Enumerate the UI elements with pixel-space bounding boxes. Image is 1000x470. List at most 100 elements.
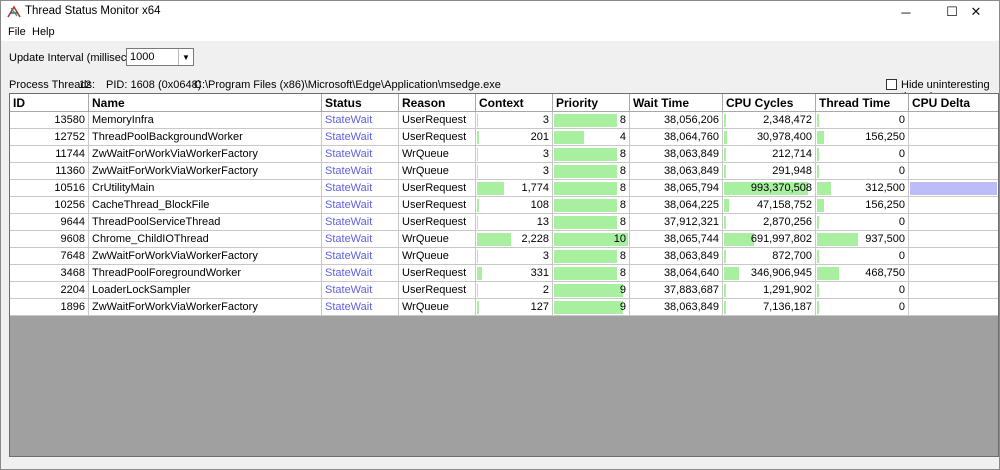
value-bar (477, 182, 504, 195)
cell-value: 38,063,849 (663, 148, 719, 160)
cell-id: 12752 (10, 129, 89, 146)
table-row[interactable]: 2204 LoaderLockSampler StateWait UserReques… (10, 282, 998, 299)
table-row[interactable]: 10256 CacheThread_BlockFile StateWait UserR… (10, 197, 998, 214)
cell-cycles: 691,997,802 (723, 231, 816, 248)
cell-value: StateWait (325, 250, 373, 262)
value-bar (910, 182, 997, 195)
column-header-cpu-delta[interactable]: CPU Delta (909, 94, 998, 112)
cell-value: 38,063,849 (663, 165, 719, 177)
cell-wait: 38,065,794 (630, 180, 723, 197)
cell-status: StateWait (322, 265, 399, 282)
cell-value: WrQueue (402, 250, 449, 262)
cell-value: ZwWaitForWorkViaWorkerFactory (92, 301, 258, 313)
table-row[interactable]: 13580 MemoryInfra StateWait UserRequest 3 8 38… (10, 112, 998, 129)
cell-value: StateWait (325, 284, 373, 296)
value-bar (817, 301, 819, 314)
cell-wait: 38,064,640 (630, 265, 723, 282)
cell-context: 201 (476, 129, 553, 146)
value-bar (477, 267, 482, 280)
cell-value: UserRequest (402, 199, 467, 211)
chevron-down-icon[interactable]: ▼ (178, 49, 193, 65)
cell-reason: UserRequest (399, 197, 476, 214)
cell-ttime: 156,250 (816, 197, 909, 214)
table-row[interactable]: 1896 ZwWaitForWorkViaWorkerFactory StateWa… (10, 299, 998, 316)
hide-uninteresting-checkbox[interactable] (886, 79, 897, 90)
thread-grid[interactable]: ID Name Status Reason Context Priority Wait Ti… (9, 93, 999, 457)
cell-value: 331 (530, 267, 549, 279)
cell-value: ThreadPoolBackgroundWorker (92, 131, 243, 143)
cell-value: 10516 (54, 182, 85, 194)
cell-context: 3 (476, 163, 553, 180)
value-bar (477, 114, 478, 127)
column-header-cpu-cycles[interactable]: CPU Cycles (723, 94, 816, 112)
table-row[interactable]: 10516 CrUtilityMain StateWait UserRequest 1,… (10, 180, 998, 197)
column-header-name[interactable]: Name (89, 94, 322, 112)
cell-value: WrQueue (402, 165, 449, 177)
cell-wait: 37,912,321 (630, 214, 723, 231)
cell-ttime: 156,250 (816, 129, 909, 146)
table-row[interactable]: 11360 ZwWaitForWorkViaWorkerFactory StateW… (10, 163, 998, 180)
cell-value: 8 (619, 267, 626, 279)
grid-rows: 13580 MemoryInfra StateWait UserRequest 3 8 38… (10, 112, 998, 316)
column-header-id[interactable]: ID (10, 94, 89, 112)
cell-ttime: 0 (816, 299, 909, 316)
cell-value: 2,870,256 (763, 216, 812, 228)
cell-value: 3 (542, 114, 549, 126)
column-header-priority[interactable]: Priority (553, 94, 630, 112)
cell-value: StateWait (325, 148, 373, 160)
cell-reason: UserRequest (399, 282, 476, 299)
cell-value: 0 (898, 250, 905, 262)
column-header-thread-time[interactable]: Thread Time (816, 94, 909, 112)
cell-value: UserRequest (402, 216, 467, 228)
table-row[interactable]: 9644 ThreadPoolServiceThread StateWait User… (10, 214, 998, 231)
cell-ttime: 0 (816, 112, 909, 129)
column-header-status[interactable]: Status (322, 94, 399, 112)
value-bar (817, 114, 819, 127)
column-header-reason[interactable]: Reason (399, 94, 476, 112)
menu-file[interactable]: File (8, 26, 26, 38)
close-button[interactable]: ✕ (953, 1, 999, 23)
cell-value: 108 (530, 199, 549, 211)
cell-reason: UserRequest (399, 180, 476, 197)
cell-name: LoaderLockSampler (89, 282, 322, 299)
table-row[interactable]: 7648 ZwWaitForWorkViaWorkerFactory StateWa… (10, 248, 998, 265)
interval-dropdown[interactable]: 1000 ▼ (126, 48, 194, 66)
value-bar (817, 267, 839, 280)
value-bar (554, 165, 617, 178)
column-header-wait-time[interactable]: Wait Time (630, 94, 723, 112)
cell-wait: 38,063,849 (630, 146, 723, 163)
cell-value: 2,228 (521, 233, 549, 245)
table-row[interactable]: 12752 ThreadPoolBackgroundWorker StateWait… (10, 129, 998, 146)
value-bar (554, 216, 617, 229)
cell-id: 2204 (10, 282, 89, 299)
cell-delta (909, 129, 998, 146)
cell-value: 3 (542, 165, 549, 177)
cell-value: 0 (898, 284, 905, 296)
cell-value: 8 (619, 182, 626, 194)
cell-priority: 8 (553, 248, 630, 265)
minimize-button[interactable]: ─ (883, 1, 929, 23)
column-header-context[interactable]: Context (476, 94, 553, 112)
cell-delta (909, 282, 998, 299)
cell-value: UserRequest (402, 284, 467, 296)
cell-value: 3 (542, 148, 549, 160)
table-row[interactable]: 3468 ThreadPoolForegroundWorker StateWait U… (10, 265, 998, 282)
cell-value: StateWait (325, 301, 373, 313)
menu-help[interactable]: Help (32, 26, 55, 38)
cell-value: 127 (530, 301, 549, 313)
title-bar[interactable]: Thread Status Monitor x64 ─ ☐ ✕ (1, 1, 999, 23)
cell-name: ZwWaitForWorkViaWorkerFactory (89, 299, 322, 316)
cell-id: 3468 (10, 265, 89, 282)
cell-value: 2,348,472 (763, 114, 812, 126)
cell-priority: 8 (553, 265, 630, 282)
value-bar (724, 233, 754, 246)
cell-value: 37,883,687 (663, 284, 719, 296)
cell-cycles: 2,870,256 (723, 214, 816, 231)
cell-reason: UserRequest (399, 265, 476, 282)
value-bar (724, 131, 727, 144)
cell-wait: 38,056,206 (630, 112, 723, 129)
table-row[interactable]: 11744 ZwWaitForWorkViaWorkerFactory StateW… (10, 146, 998, 163)
cell-cycles: 872,700 (723, 248, 816, 265)
table-row[interactable]: 9608 Chrome_ChildIOThread StateWait WrQueue… (10, 231, 998, 248)
value-bar (817, 165, 819, 178)
